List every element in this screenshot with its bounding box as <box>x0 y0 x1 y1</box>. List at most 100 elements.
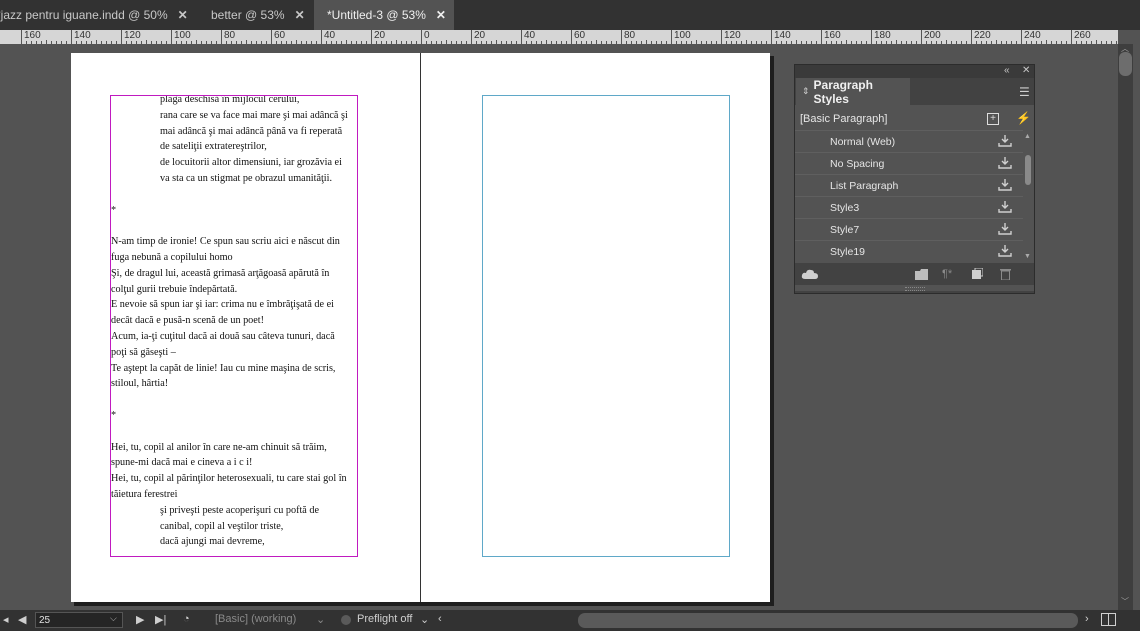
tab-untitled-3[interactable]: *Untitled-3 @ 53% ✕ <box>314 0 454 30</box>
cloud-icon[interactable] <box>801 268 819 280</box>
ruler-minor-tick <box>726 41 727 44</box>
chevron-down-icon[interactable]: ⌄ <box>316 613 325 626</box>
style-name: No Spacing <box>830 157 885 170</box>
pilcrow-icon[interactable]: ¶* <box>942 268 952 280</box>
ruler-minor-tick <box>76 41 77 44</box>
ruler-minor-tick <box>1066 41 1067 44</box>
panel-title-bar[interactable]: « ✕ <box>795 65 1034 78</box>
style-row[interactable]: Style19 <box>795 240 1023 262</box>
ruler-minor-tick <box>226 41 227 44</box>
panel-scrollbar-thumb[interactable] <box>1025 155 1031 185</box>
ruler-tick <box>171 30 172 44</box>
style-row[interactable]: Style7 <box>795 218 1023 240</box>
ruler-minor-tick <box>131 41 132 44</box>
style-row[interactable]: Style3 <box>795 196 1023 218</box>
ruler-minor-tick <box>216 41 217 44</box>
close-icon[interactable]: ✕ <box>1022 65 1030 76</box>
chevron-down-icon[interactable]: ﹀ <box>1121 596 1129 607</box>
ruler-minor-tick <box>376 41 377 44</box>
up-down-arrows-icon[interactable]: ⇕ <box>802 86 810 97</box>
ruler-minor-tick <box>881 41 882 44</box>
ruler-tick <box>496 40 497 44</box>
text-frame-right[interactable] <box>482 95 730 557</box>
ruler-minor-tick <box>191 41 192 44</box>
page-number-field[interactable]: 25 ⌵ <box>35 612 123 628</box>
ruler-minor-tick <box>51 41 52 44</box>
ruler-tick <box>121 30 122 44</box>
chevron-right-icon[interactable]: › <box>1085 613 1089 625</box>
preflight-label[interactable]: Preflight off <box>357 613 412 625</box>
ruler-tick <box>1021 30 1022 44</box>
ruler-minor-tick <box>66 41 67 44</box>
text-line: de sateliţii extratereştrilor, <box>160 141 267 153</box>
ruler-minor-tick <box>111 41 112 44</box>
text-line: Acum, ia-ţi cuţitul dacă ai două sau cât… <box>111 331 335 342</box>
ruler-minor-tick <box>91 41 92 44</box>
ruler-minor-tick <box>136 41 137 44</box>
panel-bottom-toolbar: ¶* <box>795 263 1034 285</box>
double-chevron-left-icon[interactable]: « <box>1004 65 1010 76</box>
ruler-minor-tick <box>531 41 532 44</box>
import-style-icon[interactable] <box>998 157 1012 169</box>
panel-scrollbar[interactable]: ▲ ▼ <box>1024 133 1032 261</box>
import-style-icon[interactable] <box>998 201 1012 213</box>
last-page-icon[interactable]: ▶| <box>155 613 166 626</box>
vertical-scrollbar[interactable]: ︿ ﹀ <box>1118 44 1133 610</box>
refresh-icon[interactable]: ◔ <box>183 613 190 625</box>
panel-tab-paragraph-styles[interactable]: ⇕ Paragraph Styles <box>796 78 910 106</box>
new-page-icon[interactable] <box>971 268 983 280</box>
ruler-minor-tick <box>126 41 127 44</box>
text-frame-left[interactable]: plaga deschisă în mijlocul cerului, rana … <box>110 95 358 557</box>
ruler-minor-tick <box>766 41 767 44</box>
ruler-tick <box>96 40 97 44</box>
plus-box-icon[interactable]: + <box>987 113 999 125</box>
ruler-minor-tick <box>931 41 932 44</box>
status-bar: ◂ ◀ 25 ⌵ ▶ ▶| ◔ [Basic] (working) ⌄ Pref… <box>0 610 1140 631</box>
tab-jazz-pentru-iguane[interactable]: *jazz pentru iguane.indd @ 50% ✕ <box>0 0 191 30</box>
import-style-icon[interactable] <box>998 135 1012 147</box>
ruler-minor-tick <box>811 41 812 44</box>
chevron-down-icon[interactable]: ⌄ <box>420 613 429 626</box>
chevron-up-icon[interactable]: ▲ <box>1024 133 1031 140</box>
hamburger-menu-icon[interactable]: ☰ <box>1019 85 1030 99</box>
ruler-minor-tick <box>761 41 762 44</box>
folder-icon[interactable] <box>915 269 929 280</box>
close-icon[interactable]: ✕ <box>178 8 188 22</box>
import-style-icon[interactable] <box>998 179 1012 191</box>
import-style-icon[interactable] <box>998 223 1012 235</box>
style-row[interactable]: List Paragraph <box>795 174 1023 196</box>
style-row[interactable]: Normal (Web) <box>795 130 1023 152</box>
text-line: va sta ca un stigmat pe obrazul umanităţ… <box>160 173 333 184</box>
panel-resize-grip[interactable] <box>905 287 925 291</box>
style-row[interactable]: No Spacing <box>795 152 1023 174</box>
ruler-minor-tick <box>836 41 837 44</box>
ruler-minor-tick <box>706 41 707 44</box>
horizontal-ruler[interactable]: 160 140 120 100 80 60 40 20 0 20 40 60 80 100 120 140 16… <box>0 30 1118 44</box>
close-icon[interactable]: ✕ <box>295 8 305 22</box>
ruler-minor-tick <box>1026 41 1027 44</box>
ruler-minor-tick <box>406 41 407 44</box>
spread-spine <box>420 53 421 602</box>
ruler-tick <box>696 40 697 44</box>
style-name: Style7 <box>830 223 860 236</box>
vertical-scrollbar-thumb[interactable] <box>1119 52 1132 76</box>
basic-paragraph-row[interactable]: [Basic Paragraph] + ⚡ <box>795 108 1034 130</box>
horizontal-scrollbar[interactable] <box>578 613 1078 628</box>
lightning-icon[interactable]: ⚡ <box>1016 111 1031 125</box>
chevron-left-icon[interactable]: ‹ <box>438 613 442 625</box>
import-style-icon[interactable] <box>998 245 1012 257</box>
ruler-minor-tick <box>306 41 307 44</box>
next-page-icon[interactable]: ▶ <box>136 613 144 626</box>
first-page-icon[interactable]: ◂ <box>3 613 9 626</box>
chevron-down-icon[interactable]: ▼ <box>1024 253 1031 260</box>
ruler-tick <box>196 40 197 44</box>
ruler-minor-tick <box>361 41 362 44</box>
close-icon[interactable]: ✕ <box>436 8 446 22</box>
ruler-label: 100 <box>174 30 191 41</box>
split-view-icon[interactable] <box>1101 613 1116 626</box>
previous-page-icon[interactable]: ◀ <box>18 613 26 626</box>
chevron-down-icon[interactable]: ⌵ <box>110 613 117 624</box>
ruler-minor-tick <box>241 41 242 44</box>
trash-icon[interactable] <box>1000 268 1011 280</box>
tab-better[interactable]: better @ 53% ✕ <box>197 0 312 30</box>
